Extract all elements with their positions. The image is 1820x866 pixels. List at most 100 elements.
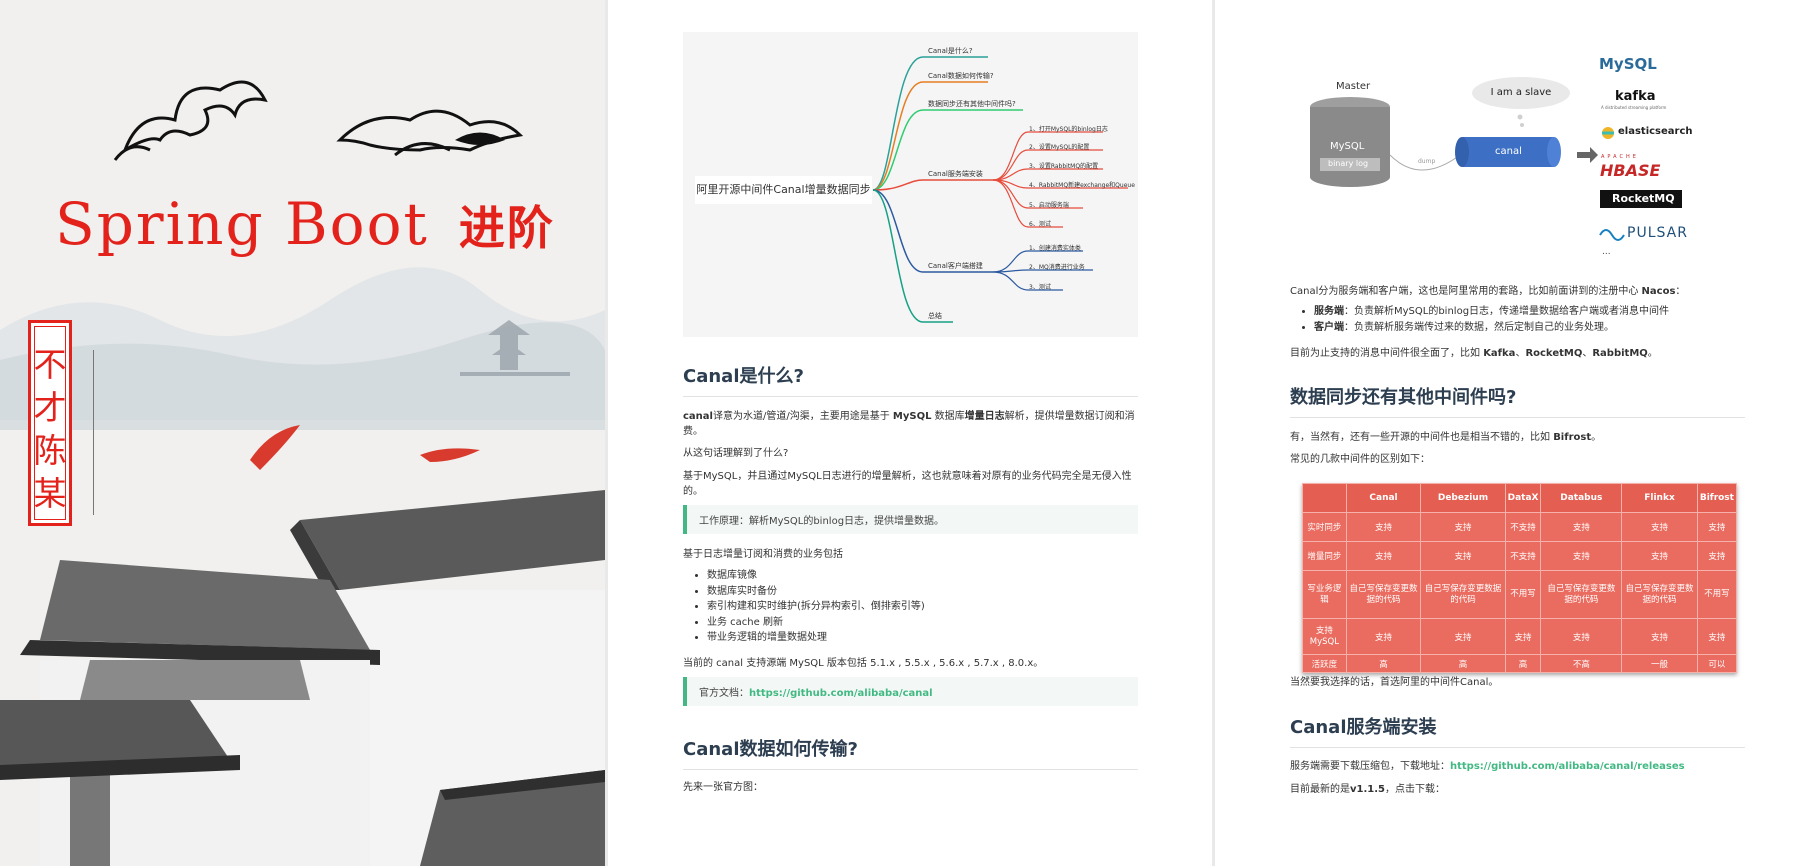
table-header xyxy=(1302,483,1347,513)
seal-char: 某 xyxy=(33,474,67,513)
text: 译意为水道/管道/沟渠，主要用途是基于 xyxy=(712,411,893,422)
table-cell: 不用写 xyxy=(1696,570,1738,619)
text: 解析，提供增量数据订阅和消 xyxy=(1004,411,1135,422)
table-cell: 支持 xyxy=(1696,618,1738,655)
callout-docs: 官方文档：https://github.com/alibaba/canal xyxy=(683,677,1138,706)
table-cell: 支持 xyxy=(1540,541,1623,571)
table-row: 支持MySQL 支持 支持 支持 支持 支持 支持 xyxy=(1302,618,1738,655)
releases-link[interactable]: https://github.com/alibaba/canal/release… xyxy=(1450,761,1685,772)
table-header: Canal xyxy=(1345,483,1422,513)
table-cell: 自己写保存变更数据的代码 xyxy=(1345,570,1422,619)
table-cell: 支持 xyxy=(1420,512,1506,542)
table-cell: 不高 xyxy=(1540,654,1623,673)
mindmap-leaf: 3、测试 xyxy=(1029,284,1051,291)
table-header: Databus xyxy=(1540,483,1623,513)
mindmap-leaf: 6、测试 xyxy=(1029,221,1051,228)
table-cell: 不支持 xyxy=(1504,541,1542,571)
table-row: 增量同步 支持 支持 不支持 支持 支持 支持 xyxy=(1302,541,1738,571)
paragraph: 的。 xyxy=(683,486,703,497)
docs-link[interactable]: https://github.com/alibaba/canal xyxy=(749,688,933,699)
table-cell: 一般 xyxy=(1621,654,1698,673)
table-cell: 写业务逻辑 xyxy=(1302,570,1347,619)
cover-page: Spring Boot 进阶 不 才 陈 某 xyxy=(0,0,605,866)
table-cell: 不支持 xyxy=(1504,512,1542,542)
table-cell: 支持 xyxy=(1621,541,1698,571)
term: MySQL xyxy=(892,411,932,422)
seal-char: 陈 xyxy=(33,431,67,470)
list-item: 索引构建和实时维护(拆分异构索引、倒排索引等) xyxy=(707,599,925,615)
callout-label: 官方文档： xyxy=(699,688,749,699)
middleware-comparison-table: Canal Debezium DataX Databus Flinkx Bifr… xyxy=(1302,483,1738,673)
mindmap-branch: Canal数据如何传输? xyxy=(928,72,994,80)
paragraph: canal译意为水道/管道/沟渠，主要用途是基于 MySQL 数据库增量日志解析… xyxy=(683,407,1135,422)
mindmap-figure: 阿里开源中间件Canal增量数据同步 Canal是什么? Canal数据如何传输… xyxy=(683,32,1138,337)
version: v1.1.5 xyxy=(1350,784,1385,795)
mindmap-branch: Canal客户端搭建 xyxy=(928,262,983,270)
table-cell: 实时同步 xyxy=(1302,512,1347,542)
paragraph: 服务端需要下载压缩包，下载地址：https://github.com/aliba… xyxy=(1290,757,1685,772)
table-cell: 支持 xyxy=(1345,541,1422,571)
mindmap-root: 阿里开源中间件Canal增量数据同步 xyxy=(695,176,872,204)
table-row: 活跃度 高 高 高 不高 一般 可以 xyxy=(1302,654,1738,673)
text: 数据库 xyxy=(931,411,965,422)
cover-title: Spring Boot 进阶 xyxy=(55,190,555,258)
table-row: 实时同步 支持 支持 不支持 支持 支持 支持 xyxy=(1302,512,1738,542)
list-item: 数据库镜像 xyxy=(707,568,925,584)
table-cell: 支持 xyxy=(1420,618,1506,655)
text: 目前最新的是 xyxy=(1290,784,1350,795)
paragraph: 先来一张官方图： xyxy=(683,782,763,793)
mindmap-leaf: 2、MQ消费进行业务 xyxy=(1029,264,1085,271)
table-cell: 支持 xyxy=(1504,618,1542,655)
divider xyxy=(93,350,94,515)
paragraph: 基于MySQL，并且通过MySQL日志进行的增量解析，这也就意味着对原有的业务代… xyxy=(683,471,1132,482)
paragraph: 目前最新的是v1.1.5，点击下载： xyxy=(1290,780,1445,795)
paragraph: 从这句话理解到了什么? xyxy=(683,448,789,459)
table-cell: 自己写保存变更数据的代码 xyxy=(1621,570,1698,619)
cover-artwork xyxy=(0,80,605,866)
section-heading: Canal是什么? xyxy=(683,362,1138,397)
table-cell: 活跃度 xyxy=(1302,654,1347,673)
table-cell: 支持 xyxy=(1420,541,1506,571)
table-cell: 高 xyxy=(1420,654,1506,673)
cover-title-suffix: 进阶 xyxy=(458,201,555,255)
paragraph: 费。 xyxy=(683,426,703,437)
table-cell: 增量同步 xyxy=(1302,541,1347,571)
table-row: 写业务逻辑 自己写保存变更数据的代码 自己写保存变更数据的代码 不用写 自己写保… xyxy=(1302,570,1738,619)
table-cell: 支持 xyxy=(1696,541,1738,571)
seal-char: 不 xyxy=(33,345,67,384)
list-item: 带业务逻辑的增量数据处理 xyxy=(707,630,925,646)
mindmap-leaf: 1、创建消费实体类 xyxy=(1029,245,1081,252)
table-cell: 高 xyxy=(1345,654,1422,673)
term: 增量日志 xyxy=(964,411,1005,422)
section-heading: Canal服务端安装 xyxy=(1290,713,1745,748)
mindmap-leaf: 2、设置MySQL的配置 xyxy=(1029,144,1090,151)
table-cell: 支持 xyxy=(1345,512,1422,542)
mindmap-leaf: 3、设置RabbitMQ的配置 xyxy=(1029,163,1099,170)
bullet-list: 数据库镜像 数据库实时备份 索引构建和实时维护(拆分异构索引、倒排索引等) 业务… xyxy=(683,568,925,646)
table-header: Debezium xyxy=(1420,483,1506,513)
mindmap-branch: 数据同步还有其他中间件吗? xyxy=(928,100,1016,108)
table-cell: 支持 xyxy=(1621,618,1698,655)
author-seal: 不 才 陈 某 xyxy=(28,320,72,526)
table-cell: 支持 xyxy=(1540,618,1623,655)
paragraph: 基于日志增量订阅和消费的业务包括 xyxy=(683,549,843,560)
table-cell: 支持 xyxy=(1540,512,1623,542)
list-item: 数据库实时备份 xyxy=(707,584,925,600)
table-header: Bifrost xyxy=(1696,483,1738,513)
table-cell: 支持 xyxy=(1621,512,1698,542)
mindmap-leaf: 4、RabbitMQ新建exchange和Queue xyxy=(1029,182,1135,189)
table-header: Flinkx xyxy=(1621,483,1698,513)
mindmap-leaf: 1、打开MySQL的binlog日志 xyxy=(1029,126,1108,133)
table-cell: 自己写保存变更数据的代码 xyxy=(1540,570,1623,619)
table-cell: 自己写保存变更数据的代码 xyxy=(1420,570,1506,619)
document-page-2: 阿里开源中间件Canal增量数据同步 Canal是什么? Canal数据如何传输… xyxy=(608,0,1212,866)
list-item: 业务 cache 刷新 xyxy=(707,615,925,631)
section-heading: Canal数据如何传输? xyxy=(683,735,1138,770)
term: canal xyxy=(683,411,713,422)
mindmap-branch: Canal是什么? xyxy=(928,47,973,55)
table-cell: 高 xyxy=(1504,654,1542,673)
table-cell: 支持 xyxy=(1345,618,1422,655)
paragraph: 当前的 canal 支持源端 MySQL 版本包括 5.1.x , 5.5.x … xyxy=(683,658,1044,669)
seal-char: 才 xyxy=(33,388,67,427)
mindmap-branch: Canal服务端安装 xyxy=(928,170,983,178)
